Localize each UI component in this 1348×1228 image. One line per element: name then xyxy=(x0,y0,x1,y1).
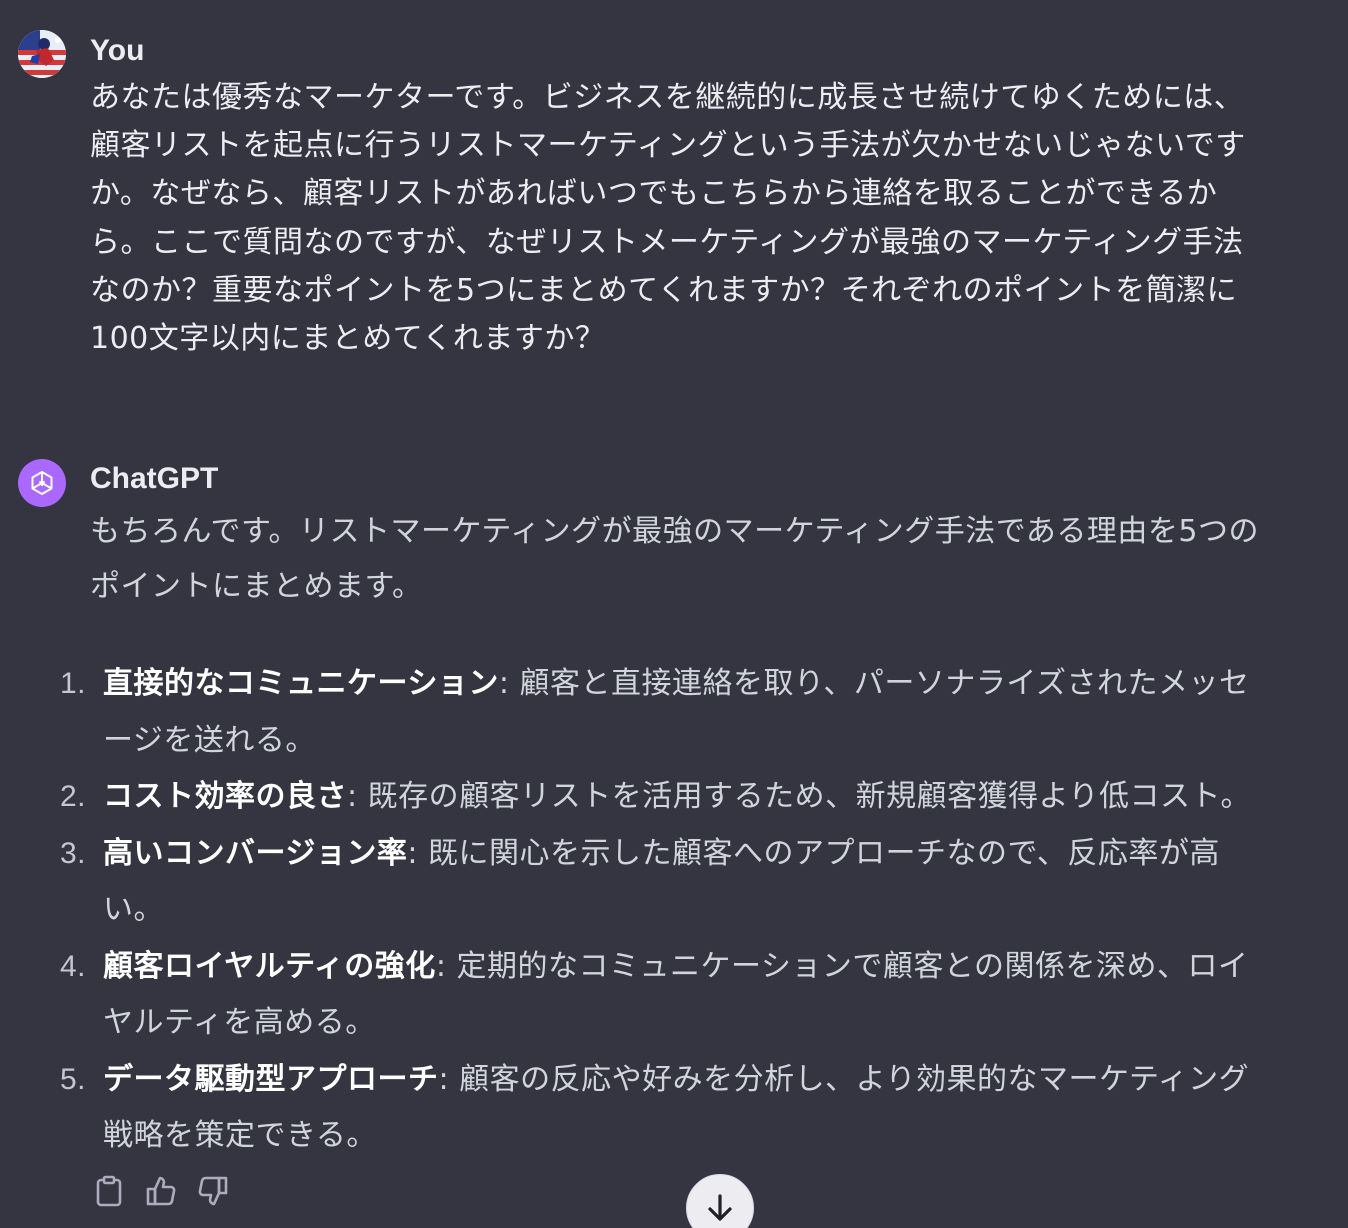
user-message-line: 顧客リストを起点に行うリストマーケティングという手法が欠かせないじゃないです xyxy=(90,128,1246,164)
point-text-continued: ヤルティを高める。 xyxy=(103,1005,376,1040)
list-item-number: 1. xyxy=(60,667,87,700)
user-avatar xyxy=(18,30,66,78)
list-item: 4. 顧客ロイヤルティの強化: 定期的なコミュニケーションで顧客との関係を深め、… xyxy=(0,939,1348,1052)
assistant-intro-line: ポイントにまとめます。 xyxy=(90,569,423,604)
list-item: 2. コスト効率の良さ: 既存の顧客リストを活用するため、新規顧客獲得より低コス… xyxy=(0,769,1348,826)
assistant-intro: もちろんです。リストマーケティングが最強のマーケティング手法である理由を5つの … xyxy=(90,504,1330,614)
openai-logo-icon xyxy=(31,471,53,495)
list-item-number: 2. xyxy=(60,780,87,813)
user-message-line: か。なぜなら、顧客リストがあればいつでもこちらから連絡を取ることができるか xyxy=(90,176,1218,212)
thumbs-up-button[interactable] xyxy=(146,1174,176,1208)
user-author-name: You xyxy=(90,34,145,67)
thumbs-down-icon xyxy=(198,1176,228,1206)
message-actions xyxy=(94,1174,228,1208)
user-message-line: なのか？重要なポイントを5つにまとめてくれますか？それぞれのポイントを簡潔に xyxy=(90,272,1238,308)
list-item: 5. データ駆動型アプローチ: 顧客の反応や好みを分析し、より効果的なマーケティ… xyxy=(0,1052,1348,1165)
point-text: : 顧客と直接連絡を取り、パーソナライズされたメッセ xyxy=(498,666,1250,701)
point-title: 顧客ロイヤルティの強化 xyxy=(103,948,436,984)
list-item-number: 5. xyxy=(60,1062,87,1096)
assistant-points-list: 1. 直接的なコミュニケーション: 顧客と直接連絡を取り、パーソナライズされたメ… xyxy=(0,656,1348,1165)
point-text: : 定期的なコミュニケーションで顧客との関係を深め、ロイ xyxy=(435,948,1249,984)
list-item: 3. 高いコンバージョン率: 既に関心を示した顧客へのアプローチなので、反応率が… xyxy=(0,826,1348,939)
list-item-number: 4. xyxy=(60,949,87,983)
clipboard-icon xyxy=(96,1175,122,1207)
user-message-line: あなたは優秀なマーケターです。ビジネスを継続的に成長させ続けてゆくためには、 xyxy=(90,80,1245,115)
list-item: 1. 直接的なコミュニケーション: 顧客と直接連絡を取り、パーソナライズされたメ… xyxy=(0,656,1348,769)
copy-button[interactable] xyxy=(94,1174,124,1208)
arrow-down-icon xyxy=(708,1194,732,1221)
user-message-line: 100文字以内にまとめてくれますか？ xyxy=(90,321,606,357)
point-text-continued: い。 xyxy=(103,892,164,927)
point-text-continued: 戦略を策定できる。 xyxy=(103,1118,377,1153)
point-title: データ駆動型アプローチ xyxy=(103,1061,439,1097)
point-title: 高いコンバージョン率 xyxy=(103,835,408,871)
user-message: あなたは優秀なマーケターです。ビジネスを継続的に成長させ続けてゆくためには、 顧… xyxy=(90,74,1315,363)
point-text: : 顧客の反応や好みを分析し、より効果的なマーケティング xyxy=(438,1061,1250,1097)
point-text: : 既存の顧客リストを活用するため、新規顧客獲得より低コスト。 xyxy=(347,779,1251,814)
user-message-line: ら。ここで質問なのですが、なぜリストメーケティングが最強のマーケティング手法 xyxy=(90,224,1244,260)
point-text: : 既に関心を示した顧客へのアプローチなので、反応率が高 xyxy=(407,835,1220,871)
point-text-continued: ージを送れる。 xyxy=(103,722,316,758)
assistant-intro-line: もちろんです。リストマーケティングが最強のマーケティング手法である理由を5つの xyxy=(90,514,1259,549)
chatgpt-avatar xyxy=(18,459,66,507)
thumbs-up-icon xyxy=(146,1176,176,1206)
point-title: 直接的なコミュニケーション xyxy=(103,666,499,701)
point-title: コスト効率の良さ xyxy=(103,779,347,814)
scroll-to-bottom-button[interactable] xyxy=(686,1174,754,1228)
list-item-number: 3. xyxy=(60,836,87,870)
chatgpt-author-name: ChatGPT xyxy=(90,462,219,495)
user-avatar-image xyxy=(18,30,66,78)
thumbs-down-button[interactable] xyxy=(198,1174,228,1208)
